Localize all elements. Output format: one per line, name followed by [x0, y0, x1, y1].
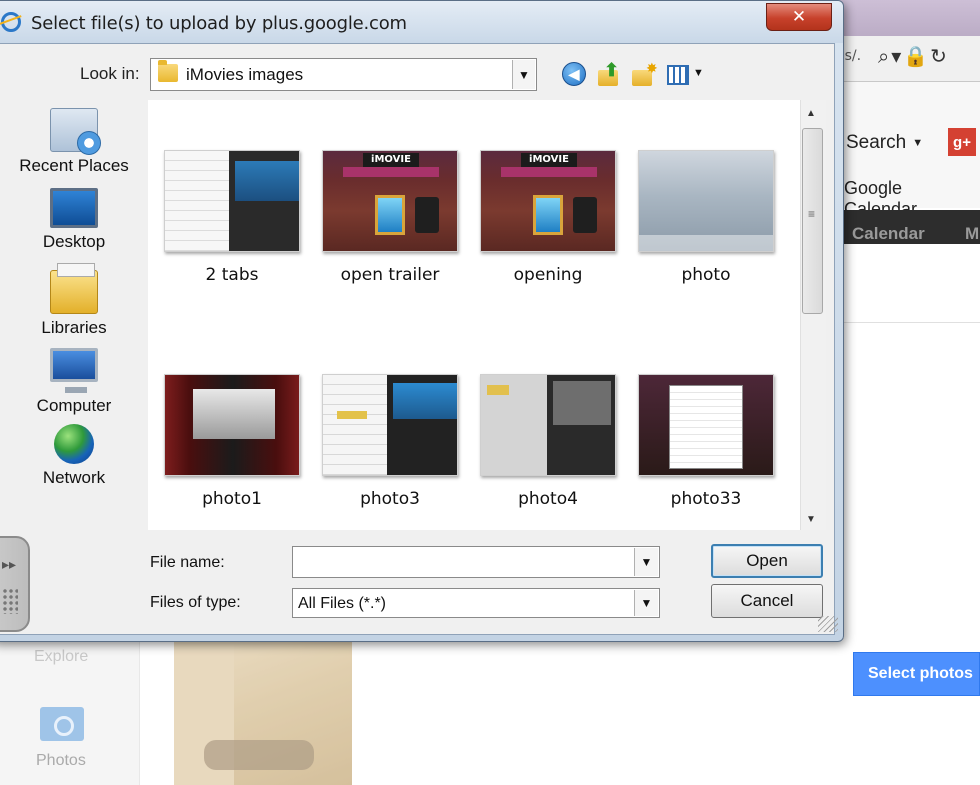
place-label: Recent Places [19, 156, 129, 175]
look-in-label: Look in: [80, 64, 140, 83]
cancel-button[interactable]: Cancel [711, 584, 823, 618]
folder-icon [158, 60, 178, 82]
file-name-dropdown-button[interactable]: ▼ [634, 548, 658, 576]
look-in-value: iMovies images [186, 65, 304, 84]
libraries-icon [50, 263, 98, 314]
search-menu[interactable]: Search ▼ [846, 132, 923, 154]
title-bar[interactable]: Select file(s) to upload by plus.google.… [0, 1, 843, 43]
expand-arrows-icon: ▸▸ [2, 556, 17, 572]
up-arrow-icon: ⬆ [604, 60, 620, 80]
file-thumbnail [164, 150, 300, 252]
file-item-photo33[interactable]: photo33 [636, 374, 776, 509]
file-thumbnail [638, 150, 774, 252]
google-plus-icon[interactable]: g+ [948, 128, 976, 156]
place-libraries[interactable]: Libraries [10, 263, 138, 338]
look-in-dropdown-button[interactable]: ▼ [512, 60, 535, 89]
background-photo [174, 640, 352, 785]
files-of-type-label: Files of type: [150, 594, 241, 611]
place-label: Computer [36, 396, 112, 415]
place-computer[interactable]: Computer [10, 348, 138, 416]
place-recent-places[interactable]: Recent Places [10, 108, 138, 176]
camera-icon[interactable] [40, 707, 84, 741]
file-item-photo1[interactable]: photo1 [162, 374, 302, 509]
file-item-2-tabs[interactable]: 2 tabs [162, 150, 302, 285]
file-name-label: photo3 [360, 489, 420, 509]
resize-grip-icon[interactable] [818, 616, 838, 632]
file-item-photo3[interactable]: photo3 [320, 374, 460, 509]
scroll-up-arrow-icon[interactable]: ▲ [806, 108, 816, 119]
file-name-label: photo1 [202, 489, 262, 509]
divider [840, 322, 980, 323]
next-tab[interactable]: M [965, 224, 979, 244]
file-name-label: photo4 [518, 489, 578, 509]
file-name-label: opening [513, 265, 583, 285]
file-thumbnail [322, 374, 458, 476]
place-label: Network [42, 468, 106, 487]
back-button[interactable]: ◀ [562, 62, 586, 86]
place-desktop[interactable]: Desktop [10, 188, 138, 252]
network-icon [54, 424, 94, 464]
up-one-level-button[interactable]: ⬆ [596, 60, 622, 88]
new-folder-button[interactable]: ✸ [632, 60, 658, 88]
chevron-down-icon: ▼ [912, 137, 924, 149]
files-of-type-dropdown-button[interactable]: ▼ [634, 590, 658, 616]
select-photos-button[interactable]: Select photos [853, 652, 980, 696]
search-label: Search [846, 132, 907, 153]
close-button[interactable]: ✕ [766, 3, 832, 31]
file-name-label: open trailer [340, 265, 440, 285]
dialog-title: Select file(s) to upload by plus.google.… [31, 13, 407, 34]
view-menu-button[interactable]: ▼ [667, 63, 707, 87]
chevron-down-icon: ▼ [693, 67, 704, 79]
file-name-label: photo33 [670, 489, 742, 509]
files-of-type-value: All Files (*.*) [298, 595, 387, 612]
sparkle-icon: ✸ [646, 60, 658, 76]
scrollbar-thumb[interactable] [802, 128, 823, 314]
file-item-open-trailer[interactable]: iMOVIE open trailer [320, 150, 460, 285]
desktop-icon [50, 188, 98, 228]
computer-icon [50, 348, 98, 393]
file-item-photo[interactable]: photo [636, 150, 776, 285]
internet-explorer-icon [1, 12, 21, 32]
scrollbar-grip-icon: ≡ [808, 207, 816, 221]
file-thumbnail: iMOVIE [322, 150, 458, 252]
file-thumbnail [480, 374, 616, 476]
address-bar-icons: ⌕▾🔒↻ [878, 44, 949, 68]
open-button[interactable]: Open [711, 544, 823, 578]
side-panel-tab[interactable]: ▸▸ [0, 536, 30, 632]
file-item-opening[interactable]: iMOVIE opening [478, 150, 618, 285]
file-name-input[interactable] [292, 546, 660, 578]
dots-grid-icon [2, 588, 18, 614]
file-name-label: 2 tabs [205, 265, 259, 285]
file-name-label: File name: [150, 554, 225, 571]
chevron-down-icon: ▼ [640, 596, 653, 610]
nav-explore[interactable]: Explore [34, 648, 88, 666]
calendar-tab[interactable]: Calendar [852, 224, 925, 244]
places-bar: Recent Places Desktop Libraries Computer… [10, 100, 138, 520]
file-thumbnail [164, 374, 300, 476]
file-item-photo4[interactable]: photo4 [478, 374, 618, 509]
place-label: Desktop [42, 232, 106, 251]
back-arrow-icon: ◀ [568, 65, 580, 82]
file-name-label: photo [681, 265, 731, 285]
recent-places-icon [50, 108, 101, 155]
scroll-down-arrow-icon[interactable]: ▼ [806, 514, 816, 525]
place-label: Libraries [41, 318, 107, 337]
chevron-down-icon: ▼ [518, 67, 530, 82]
view-grid-icon [667, 65, 689, 85]
place-network[interactable]: Network [10, 424, 138, 488]
nav-photos[interactable]: Photos [36, 752, 86, 770]
file-thumbnail: iMOVIE [480, 150, 616, 252]
chevron-down-icon: ▼ [640, 555, 653, 569]
file-thumbnail [638, 374, 774, 476]
